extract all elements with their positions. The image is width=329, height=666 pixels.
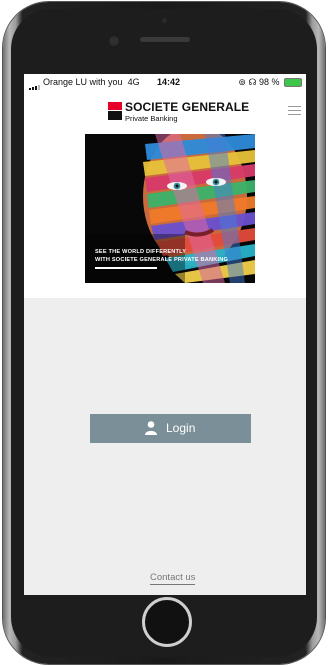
logo-divider bbox=[108, 110, 122, 111]
headphones-icon: ☊ bbox=[248, 77, 257, 87]
battery-icon bbox=[284, 78, 302, 88]
carrier-name: Orange LU with you bbox=[43, 77, 123, 87]
contact-us-link[interactable]: Contact us bbox=[150, 572, 196, 585]
front-camera bbox=[108, 35, 120, 47]
battery-percent: 98 % bbox=[258, 77, 280, 87]
hamburger-menu-icon[interactable] bbox=[288, 106, 301, 116]
hero-underline bbox=[95, 267, 157, 269]
network-type: 4G bbox=[127, 77, 140, 87]
signal-icon bbox=[29, 75, 41, 91]
proximity-sensor bbox=[162, 18, 167, 23]
earpiece-speaker bbox=[140, 37, 190, 42]
hero-tagline-line-2: WITH SOCIETE GENERALE PRIVATE BANKING bbox=[95, 257, 229, 263]
login-label: Login bbox=[166, 421, 196, 435]
home-button[interactable] bbox=[142, 597, 192, 647]
app-screen: Orange LU with you 4G 14:42 ⊚ ☊ 98 % SOC… bbox=[24, 74, 306, 595]
status-left: Orange LU with you 4G bbox=[29, 74, 140, 91]
hero-tagline: SEE THE WORLD DIFFERENTLY WITH SOCIETE G… bbox=[95, 248, 228, 264]
login-button[interactable]: Login bbox=[90, 414, 251, 443]
app-header: SOCIETE GENERALE Private Banking bbox=[24, 90, 306, 132]
status-time: 14:42 bbox=[157, 77, 181, 87]
hero-tagline-line-1: SEE THE WORLD DIFFERENTLY bbox=[95, 249, 187, 255]
brand-subtitle: Private Banking bbox=[125, 114, 178, 123]
hero-section: SEE THE WORLD DIFFERENTLY WITH SOCIETE G… bbox=[24, 132, 306, 298]
status-right: ⊚ ☊ 98 % bbox=[238, 74, 302, 90]
alarm-icon: ⊚ bbox=[238, 77, 246, 87]
societe-generale-logo-icon bbox=[108, 102, 122, 120]
user-icon bbox=[145, 421, 157, 435]
status-bar: Orange LU with you 4G 14:42 ⊚ ☊ 98 % bbox=[24, 74, 306, 91]
hero-banner: SEE THE WORLD DIFFERENTLY WITH SOCIETE G… bbox=[85, 134, 255, 283]
brand-name: SOCIETE GENERALE bbox=[125, 100, 250, 114]
